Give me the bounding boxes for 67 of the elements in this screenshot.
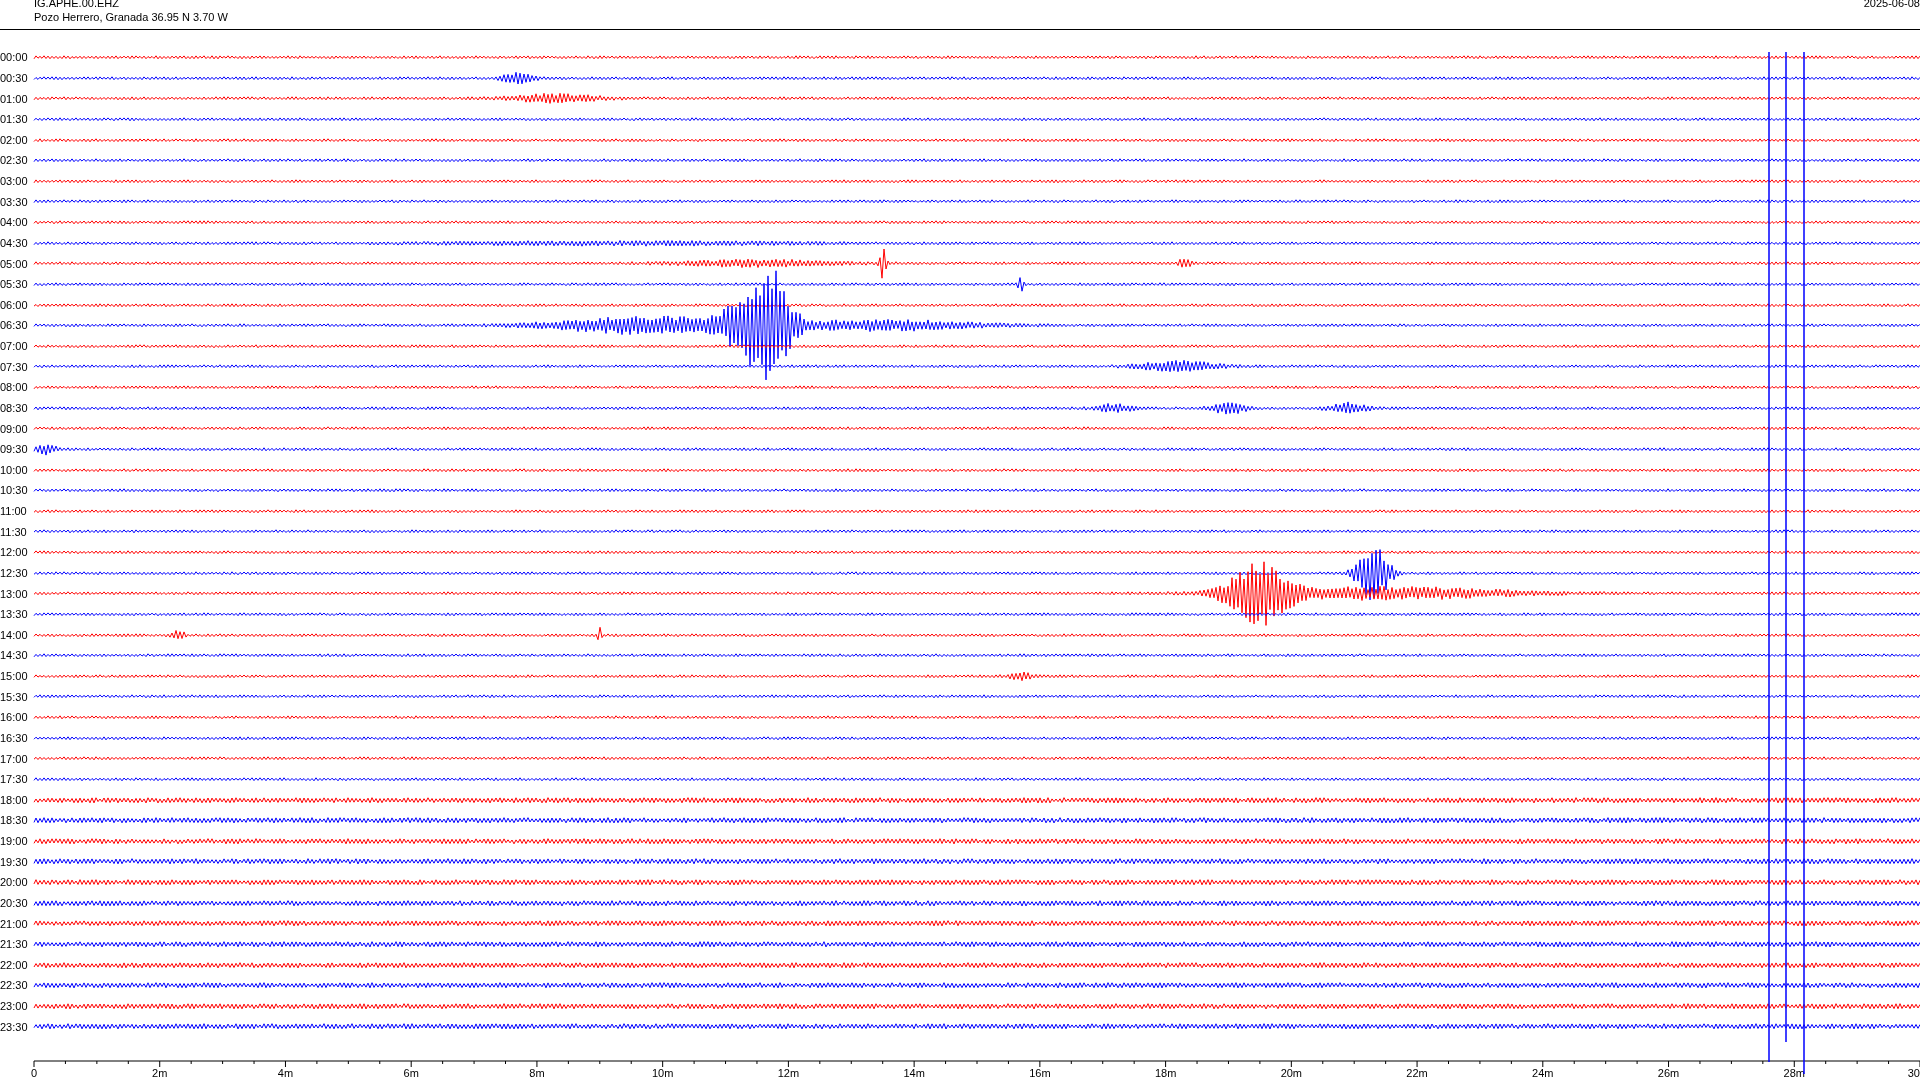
time-label: 23:00: [0, 1000, 29, 1013]
time-label: 20:00: [0, 876, 29, 889]
axis-label: 0: [30, 1067, 38, 1079]
axis-label: 24m: [1532, 1067, 1554, 1079]
time-label: 10:30: [0, 484, 29, 497]
time-label: 19:30: [0, 855, 29, 868]
time-label: 06:30: [0, 319, 29, 332]
time-label: 02:30: [0, 154, 29, 167]
time-label: 01:00: [0, 92, 29, 105]
axis-label: 14m: [903, 1067, 925, 1079]
axis-label: 16m: [1029, 1067, 1051, 1079]
time-label: 20:30: [0, 896, 29, 909]
time-label: 03:30: [0, 195, 29, 208]
time-label: 02:00: [0, 133, 29, 146]
axis-label: 26m: [1657, 1067, 1680, 1079]
time-label: 14:30: [0, 649, 29, 662]
time-label: 06:00: [0, 298, 29, 311]
time-label: 22:00: [0, 958, 29, 971]
time-label: 17:00: [0, 752, 29, 765]
time-label: 00:00: [0, 51, 29, 64]
axis-label: 18m: [1154, 1067, 1177, 1079]
time-label: 08:00: [0, 381, 29, 394]
axis-label: 6m: [403, 1067, 419, 1079]
time-label: 18:00: [0, 793, 29, 806]
axis-label: 10m: [651, 1067, 674, 1079]
time-label: 05:30: [0, 278, 29, 291]
time-label: 03:00: [0, 175, 29, 188]
time-label: 01:30: [0, 113, 29, 126]
time-label: 14:00: [0, 628, 29, 641]
axis-label: 20m: [1280, 1067, 1303, 1079]
time-label: 04:30: [0, 236, 29, 249]
axis-label: 22m: [1406, 1067, 1428, 1079]
station-location: Pozo Herrero, Granada 36.95 N 3.70 W: [34, 10, 228, 24]
time-label: 15:00: [0, 670, 29, 683]
time-label: 07:30: [0, 360, 29, 373]
time-label: 21:00: [0, 917, 29, 930]
time-label: 23:30: [0, 1020, 29, 1033]
axis-label: 8m: [529, 1067, 545, 1079]
time-label: 00:30: [0, 71, 29, 84]
time-label: 17:30: [0, 773, 29, 786]
time-label: 11:00: [0, 505, 28, 518]
time-label: 15:30: [0, 690, 29, 703]
axis-label: 2m: [152, 1067, 168, 1079]
time-label: 05:00: [0, 257, 29, 270]
axis-label: 4m: [277, 1067, 294, 1079]
time-label: 12:00: [0, 546, 29, 559]
time-label: 09:00: [0, 422, 29, 435]
time-label: 18:30: [0, 814, 29, 827]
time-label: 19:00: [0, 835, 29, 848]
time-label: 10:00: [0, 463, 29, 476]
time-label: 11:30: [0, 525, 28, 538]
time-label: 16:30: [0, 731, 29, 744]
time-label: 08:30: [0, 401, 29, 414]
axis-label: 28m: [1783, 1067, 1805, 1079]
time-label: 21:30: [0, 938, 29, 951]
time-label: 13:30: [0, 608, 29, 621]
axis-label: 12m: [777, 1067, 800, 1079]
time-label: 13:00: [0, 587, 29, 600]
axis-label: 30: [1907, 1067, 1920, 1079]
time-label: 04:00: [0, 216, 29, 229]
time-label: 16:00: [0, 711, 29, 724]
time-label: 07:00: [0, 340, 29, 353]
station-code: IG.APHE.00.EHZ: [34, 0, 120, 10]
plot-date: 2025-06-08: [1863, 0, 1920, 10]
time-label: 09:30: [0, 443, 29, 456]
time-label: 12:30: [0, 566, 29, 579]
time-label: 22:30: [0, 979, 29, 992]
